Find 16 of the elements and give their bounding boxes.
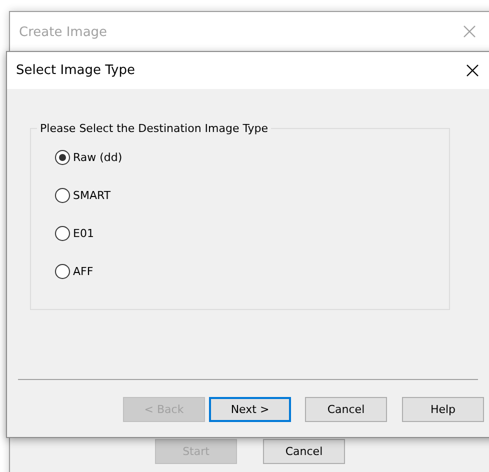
- radio-button[interactable]: [55, 264, 70, 278]
- dialog-button[interactable]: Cancel: [305, 397, 387, 422]
- group-label: Please Select the Destination Image Type: [39, 122, 270, 135]
- option-label[interactable]: AFF: [73, 264, 94, 278]
- radio-button[interactable]: [55, 226, 70, 240]
- dialog-button[interactable]: Next >: [209, 397, 291, 422]
- dialog-title: Select Image Type: [16, 63, 135, 78]
- window-title: Create Image: [19, 24, 108, 40]
- option-label[interactable]: E01: [73, 226, 94, 240]
- dialog-button[interactable]: Help: [402, 397, 484, 422]
- radio-button[interactable]: [55, 188, 70, 202]
- radio-button[interactable]: [55, 150, 70, 164]
- close-icon[interactable]: [466, 64, 479, 77]
- cancel-button[interactable]: Cancel: [263, 439, 345, 464]
- option-label[interactable]: Raw (dd): [73, 150, 122, 164]
- option-label[interactable]: SMART: [73, 188, 111, 202]
